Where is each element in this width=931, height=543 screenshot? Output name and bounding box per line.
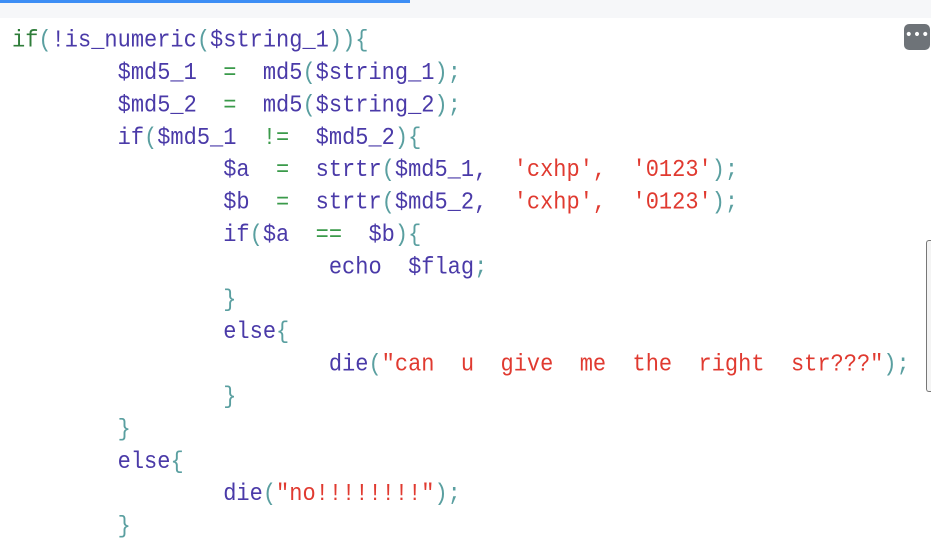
code-token: } (12, 286, 237, 314)
code-line: die("no!!!!!!!!"); (12, 479, 910, 511)
code-token: ( (302, 91, 316, 119)
code-token: = (249, 156, 316, 184)
code-line: } (12, 511, 910, 543)
code-token: if (12, 124, 145, 152)
code-token: { (408, 221, 422, 249)
code-token: md5 (262, 59, 303, 87)
code-line: else{ (12, 317, 910, 349)
code-token: == (289, 221, 369, 249)
code-token: $string_1 (315, 59, 435, 87)
code-line: echo $flag; (12, 252, 910, 284)
code-token: $a (262, 221, 290, 249)
code-token: $string_1 (210, 27, 329, 55)
code-token: die (12, 480, 263, 508)
code-token: } (12, 383, 237, 411)
code-token: { (170, 448, 184, 476)
code-token: ); (434, 480, 461, 508)
code-token: $md5_2 (315, 124, 395, 152)
code-token: } (12, 415, 131, 443)
code-token: 'cxhp', '0123' (487, 156, 712, 184)
code-token: { (408, 124, 422, 152)
code-token: if (12, 27, 39, 55)
code-token: ) (394, 221, 409, 249)
code-token: ); (883, 351, 910, 379)
code-token: != (236, 124, 316, 152)
code-token: ( (249, 221, 263, 249)
code-line: $a = strtr($md5_1, 'cxhp', '0123'); (12, 155, 910, 187)
code-token: ( (381, 189, 395, 217)
code-block: if(!is_numeric($string_1)){ $md5_1 = md5… (12, 25, 910, 543)
code-token: } (12, 513, 131, 541)
code-token: ( (262, 480, 277, 508)
code-line: } (12, 381, 910, 413)
scrollbar[interactable] (926, 240, 931, 392)
code-token: echo $flag (12, 253, 475, 281)
code-token: "can u give me the right str???" (381, 351, 884, 379)
code-line: else{ (12, 446, 910, 478)
code-token: $md5_2 (12, 91, 197, 119)
code-token: )) (328, 27, 356, 55)
code-token: { (276, 318, 290, 346)
code-token: $string_2 (315, 91, 435, 119)
code-token: ( (302, 59, 316, 87)
code-line: $b = strtr($md5_2, 'cxhp', '0123'); (12, 187, 910, 219)
code-token: = (249, 189, 316, 217)
loading-progress-bar (0, 0, 410, 3)
code-token: else (12, 448, 171, 476)
code-token: if (12, 221, 250, 249)
code-line: die("can u give me the right str???"); (12, 349, 910, 381)
more-options-button[interactable]: ••• (904, 24, 930, 50)
code-token: ( (38, 27, 52, 55)
code-token: die (12, 351, 369, 379)
code-token: "no!!!!!!!!" (276, 480, 435, 508)
code-token: $md5_2, (394, 189, 488, 217)
code-line: if(!is_numeric($string_1)){ (12, 25, 910, 57)
code-token: strtr (315, 156, 382, 184)
code-token: = (196, 59, 263, 87)
code-token: strtr (315, 189, 382, 217)
code-token: ( (196, 27, 211, 55)
code-token: $md5_1 (12, 59, 197, 87)
code-line: if($a == $b){ (12, 219, 910, 251)
code-token: ; (474, 253, 488, 281)
top-bar (0, 0, 931, 18)
code-token: ( (381, 156, 395, 184)
code-line: $md5_2 = md5($string_2); (12, 90, 910, 122)
code-token: ); (434, 59, 461, 87)
code-line: } (12, 414, 910, 446)
code-token: $md5_1 (157, 124, 237, 152)
code-line: if($md5_1 != $md5_2){ (12, 122, 910, 154)
code-token: ( (144, 124, 158, 152)
code-line: $md5_1 = md5($string_1); (12, 57, 910, 89)
code-token: else (12, 318, 277, 346)
code-line: } (12, 284, 910, 316)
code-token: $b (368, 221, 395, 249)
code-token: ) (394, 124, 409, 152)
code-token: = (196, 91, 263, 119)
code-token: 'cxhp', '0123' (487, 189, 712, 217)
code-token: !is_numeric (51, 27, 197, 55)
code-token: ); (434, 91, 461, 119)
code-token: { (355, 27, 369, 55)
code-token: $b (12, 189, 250, 217)
code-token: ); (711, 189, 739, 217)
code-token: $md5_1, (394, 156, 488, 184)
code-token: ( (368, 351, 382, 379)
code-token: $a (12, 156, 250, 184)
code-token: ); (711, 156, 739, 184)
code-token: md5 (262, 91, 303, 119)
